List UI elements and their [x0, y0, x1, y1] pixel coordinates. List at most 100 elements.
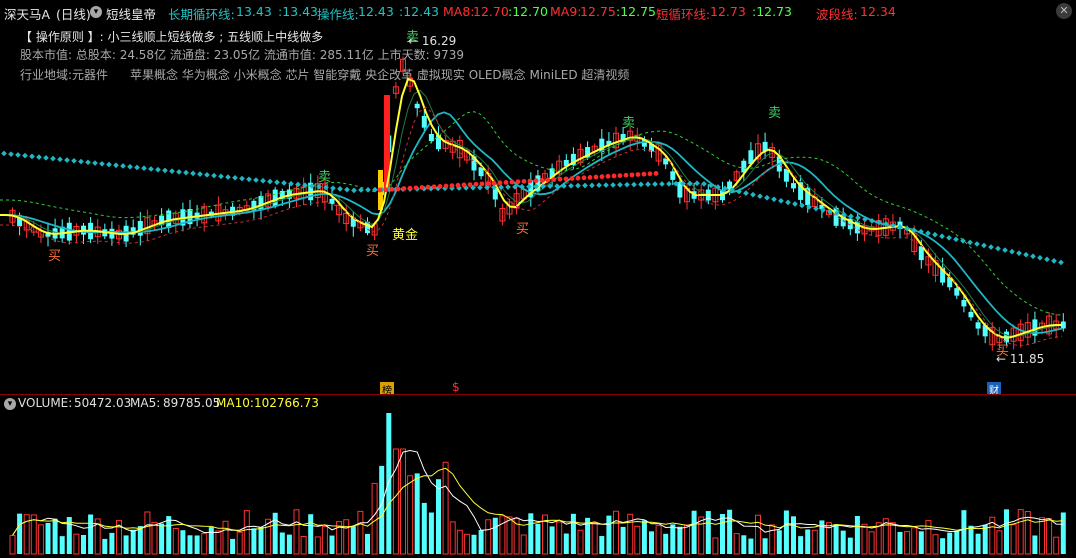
long-cycle-marker: [50, 155, 56, 162]
long-cycle-marker: [589, 182, 595, 189]
operation-marker: [593, 174, 599, 180]
long-cycle-marker: [785, 199, 791, 206]
volume-bar: [1039, 517, 1045, 555]
volume-bar: [961, 510, 967, 554]
long-cycle-marker: [260, 177, 266, 184]
money-marker[interactable]: $: [452, 380, 460, 394]
volume-ma5-label: MA5:: [130, 396, 161, 410]
volume-bar: [215, 530, 222, 555]
short-ma-line: [0, 77, 1062, 339]
long-cycle-marker: [778, 197, 784, 204]
long-cycle-marker: [1016, 250, 1022, 257]
volume-bar: [81, 534, 86, 554]
indicator-short-cycle-value: 12.73: [710, 4, 746, 19]
volume-bar: [741, 535, 747, 554]
long-cycle-marker: [855, 214, 861, 221]
indicator-ma9-value2: :12.75: [616, 4, 656, 19]
long-cycle-marker: [771, 196, 777, 203]
operation-marker: [545, 177, 551, 183]
indicator-ma8-value2: :12.70: [508, 4, 548, 19]
long-cycle-marker: [253, 177, 259, 183]
long-cycle-marker: [659, 181, 665, 187]
indicator-long-cycle-value2: :13.43: [278, 4, 318, 19]
long-cycle-marker: [176, 169, 182, 175]
long-cycle-marker: [127, 163, 133, 170]
indicator-long-cycle-value: 13.43: [236, 4, 272, 19]
volume-bar: [861, 523, 868, 555]
long-cycle-marker: [183, 169, 189, 176]
volume-bar: [805, 529, 811, 554]
long-cycle-marker: [71, 157, 77, 164]
sell-signal: 卖: [622, 116, 635, 131]
operation-marker: [515, 179, 521, 185]
candle-body: [670, 171, 676, 180]
volume-bar: [975, 533, 981, 554]
indicator-wave-value: 12.34: [860, 4, 896, 19]
operation-marker: [653, 171, 659, 176]
operation-marker: [461, 182, 467, 188]
volume-bar: [492, 517, 498, 554]
volume-bar: [755, 514, 761, 555]
volume-bar: [300, 536, 307, 555]
close-icon[interactable]: ✕: [1056, 3, 1072, 19]
volume-bar: [414, 473, 420, 554]
chevron-down-icon[interactable]: ▾: [90, 6, 102, 18]
volume-bar: [613, 510, 619, 555]
indicator-operation-label: 操作线:: [317, 7, 359, 22]
operation-marker: [533, 178, 539, 184]
volume-bar: [471, 534, 477, 554]
candle-body: [954, 288, 960, 296]
operation-marker: [641, 171, 647, 177]
volume-bar: [400, 448, 406, 555]
long-cycle-marker: [596, 182, 602, 189]
operation-marker: [611, 173, 617, 179]
volume-bar: [762, 538, 768, 554]
chevron-down-icon[interactable]: ▾: [4, 398, 16, 410]
volume-bar: [314, 536, 321, 555]
volume-bar: [698, 516, 705, 555]
volume-bar: [506, 516, 513, 555]
volume-bar: [577, 529, 584, 555]
volume-bar: [591, 522, 598, 555]
long-cycle-marker: [743, 190, 749, 196]
buy-signal: 买: [366, 244, 379, 259]
volume-bar: [1004, 509, 1009, 554]
volume-bar: [925, 519, 932, 555]
operation-marker: [539, 177, 545, 183]
long-cycle-marker: [582, 182, 588, 189]
finance-marker[interactable]: 财: [987, 382, 1001, 397]
indicator-ma9-value: 12.75: [580, 4, 616, 19]
volume-bar: [520, 534, 527, 555]
volume-bar: [243, 510, 250, 555]
long-cycle-marker: [1044, 256, 1050, 263]
volume-bar: [911, 527, 918, 555]
price-chart[interactable]: 买买买买卖卖卖卖: [0, 25, 1076, 395]
indicator-bar: 深天马A (日线) ▾ 短线皇帝 长期循环线: 13.43 :13.43 操作线…: [0, 0, 1076, 25]
long-cycle-marker: [953, 236, 959, 243]
volume-bar: [137, 526, 143, 554]
ma-line: [0, 89, 1063, 337]
volume-chart[interactable]: [0, 413, 1076, 556]
rank-marker[interactable]: 榜: [380, 382, 394, 397]
long-cycle-marker: [764, 194, 770, 201]
candle-body: [414, 103, 420, 109]
volume-ma10-label: MA10:: [216, 396, 254, 410]
long-cycle-marker: [848, 213, 854, 220]
long-cycle-marker: [575, 182, 581, 189]
volume-bar: [251, 528, 257, 554]
long-cycle-marker: [568, 182, 574, 189]
volume-bar: [996, 530, 1003, 555]
long-cycle-marker: [631, 181, 637, 188]
long-cycle-marker: [78, 158, 84, 165]
long-cycle-marker: [169, 168, 175, 174]
indicator-name[interactable]: 短线皇帝: [106, 4, 156, 23]
volume-bar: [499, 515, 506, 555]
volume-bar: [456, 529, 463, 555]
volume-bar: [365, 533, 370, 554]
volume-bar: [9, 534, 16, 555]
indicator-ma8-value: 12.70: [473, 4, 509, 19]
volume-bar: [1017, 509, 1024, 555]
operation-marker: [419, 185, 425, 190]
operation-marker: [605, 173, 611, 179]
long-cycle-marker: [267, 178, 273, 185]
